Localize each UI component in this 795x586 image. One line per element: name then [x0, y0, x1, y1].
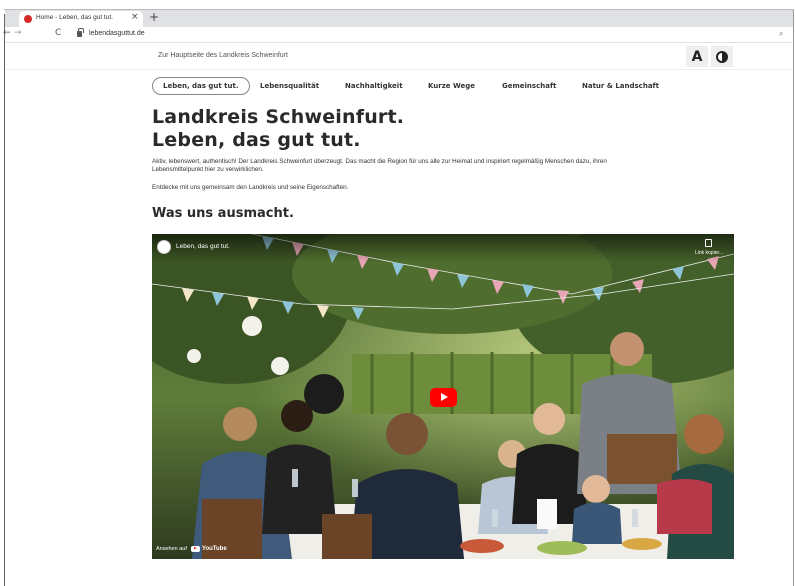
back-arrow-icon[interactable]: ←: [3, 28, 11, 38]
frame-right-line: [793, 10, 794, 586]
video-title[interactable]: Leben, das gut tut.: [176, 243, 230, 250]
favicon-icon: [24, 15, 32, 23]
youtube-logo: YouTube: [190, 546, 227, 552]
watch-on-label: Ansehen auf: [156, 546, 187, 552]
nav-item-natur-landschaft[interactable]: Natur & Landschaft: [582, 77, 659, 95]
section-title: Was uns ausmacht.: [152, 206, 294, 221]
channel-avatar[interactable]: [157, 240, 171, 254]
copy-link-icon[interactable]: [705, 239, 712, 247]
close-icon[interactable]: ×: [131, 12, 139, 22]
nav-item-lebensqualitaet[interactable]: Lebensqualität: [260, 77, 319, 95]
tab-title: Home - Leben, das gut tut.: [36, 14, 113, 21]
nav-item-gemeinschaft[interactable]: Gemeinschaft: [502, 77, 556, 95]
zoom-icon[interactable]: ⌕: [779, 29, 783, 39]
url-field[interactable]: lebendasguttut.de: [89, 30, 145, 37]
contrast-icon: [716, 50, 728, 63]
nav-item-leben[interactable]: Leben, das gut tut.: [152, 77, 250, 95]
watch-on-youtube-link[interactable]: Ansehen auf YouTube: [156, 546, 227, 552]
browser-tab-bar: Home - Leben, das gut tut. × +: [5, 10, 793, 27]
youtube-wordmark: YouTube: [201, 546, 227, 552]
new-tab-button[interactable]: +: [149, 10, 159, 24]
nav-item-kurze-wege[interactable]: Kurze Wege: [428, 77, 475, 95]
frame-left-line: [4, 14, 5, 586]
browser-tab[interactable]: Home - Leben, das gut tut. ×: [19, 11, 143, 27]
main-navigation: Leben, das gut tut. Lebensqualität Nachh…: [5, 71, 793, 99]
nav-item-nachhaltigkeit[interactable]: Nachhaltigkeit: [345, 77, 403, 95]
contrast-button[interactable]: [711, 46, 733, 67]
intro-text: Aktiv, lebenswert, authentisch! Der Land…: [152, 158, 607, 173]
youtube-icon: [190, 546, 200, 552]
lock-icon[interactable]: [77, 28, 84, 37]
site-header: Zur Hauptseite des Landkreis Schweinfurt…: [5, 44, 793, 70]
home-link[interactable]: Zur Hauptseite des Landkreis Schweinfurt: [158, 52, 288, 59]
forward-arrow-icon[interactable]: →: [14, 28, 22, 38]
video-top-overlay: [152, 234, 734, 262]
play-button[interactable]: [430, 388, 457, 407]
page-title-line2: Leben, das gut tut.: [152, 129, 361, 151]
intro-text-2: Entdecke mit uns gemeinsam den Landkreis…: [152, 184, 349, 191]
reload-icon[interactable]: C: [55, 28, 61, 38]
page-title-line1: Landkreis Schweinfurt.: [152, 106, 405, 128]
font-size-button[interactable]: A: [686, 46, 708, 67]
video-player[interactable]: Leben, das gut tut. Link kopier... Anseh…: [152, 234, 734, 559]
copy-link-label[interactable]: Link kopier...: [695, 250, 723, 256]
address-bar: ← → C lebendasguttut.de ⌕: [3, 27, 793, 43]
